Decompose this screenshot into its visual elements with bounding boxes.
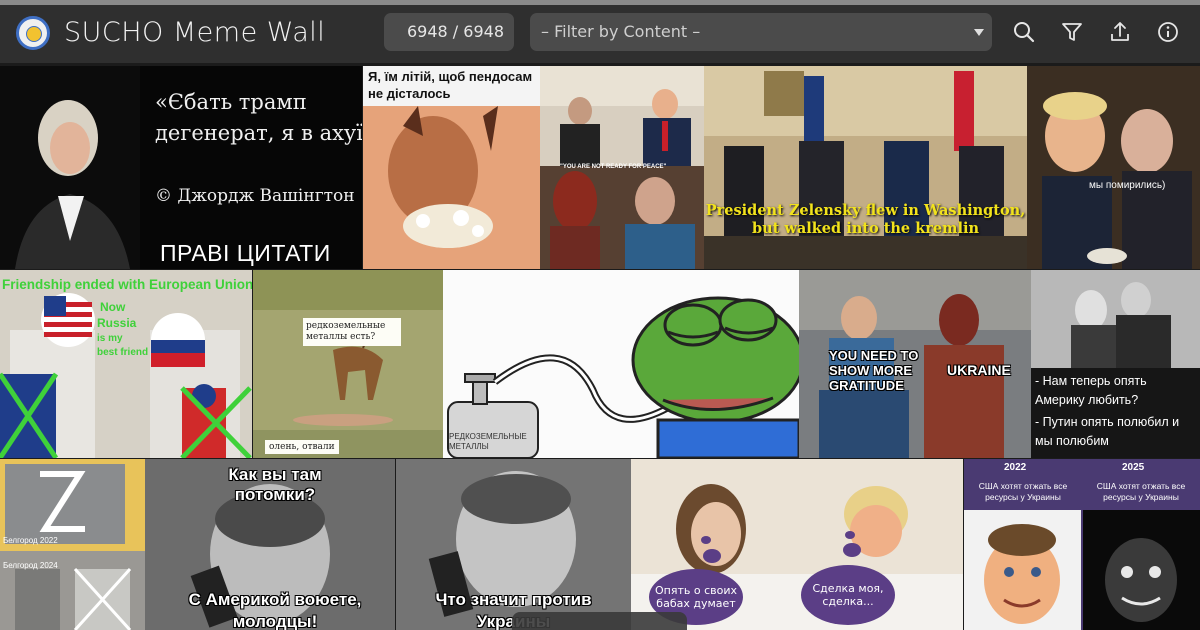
bed-right-bubble-dot-small [845,531,855,539]
meme-tile-caracal-lithium[interactable]: Я, їм літій, щоб пендосам не дісталось [363,66,540,269]
search-icon[interactable] [1011,19,1037,45]
meme-tile-friendship-ended[interactable]: Friendship ended with European Union Now… [0,270,252,458]
deer-painting [253,270,443,458]
meme-tile-white-house-kremlin[interactable]: President Zelensky flew in Washington, b… [704,66,1027,269]
meme-tile-belgorod[interactable]: Белгород 2022 Белгород 2024 [0,459,145,630]
caracal-photo [363,106,540,269]
friendship-line3: Russia [97,316,137,330]
washington-quote-line1: «Єбать трамп [155,90,307,114]
oval-office-meeting-photo [704,66,1027,269]
love-america-line2: - Путин опять полюбил и мы полюбим [1035,415,1180,448]
meme-tile-love-america-again[interactable]: - Нам теперь опять Америку любить? - Пут… [1031,270,1200,458]
gratitude-left-text: YOU NEED TO SHOW MORE GRATITUDE [829,348,919,393]
incredible-text-2022: США хотят отжать все ресурсы у Украины [978,481,1068,502]
meme-tile-washington-quote[interactable]: «Єбать трамп дегенерат, я в ахуї» © Джор… [0,66,362,269]
meme-tile-gagarin-ukraine[interactable]: Что значит против Украины [396,459,631,630]
bed-right-bubble: Сделка моя, сделка... [801,565,895,625]
filter-icon[interactable] [1059,19,1085,45]
pepe-label: РЕДКОЗЕМЕЛЬНЫЕ МЕТАЛЛЫ [449,432,527,451]
not-ready-caption: "YOU ARE NOT READY FOR PEACE" [560,164,667,170]
meme-tile-show-gratitude[interactable]: YOU NEED TO SHOW MORE GRATITUDE UKRAINE [799,270,1031,458]
pepe-drawing [443,270,799,458]
bed-left-bubble-dot [703,549,721,563]
dinner-photo [1027,66,1200,269]
header-bar: SUCHO Meme Wall 6948 / 6948 – Filter by … [0,5,1200,63]
meme-tile-dinner-reconciled[interactable]: мы помирились) [1027,66,1200,269]
meme-tile-incredible-resources[interactable]: 2022 США хотят отжать все ресурсы у Укра… [964,459,1200,630]
incredible-faces [964,510,1200,630]
content-filter-select[interactable]: – Filter by Content – [530,13,992,51]
gagarin1-bottom-text: С Америкой воюете, молодцы! [188,590,362,630]
friendship-line5: best friend [97,347,149,358]
washington-portrait [0,66,140,269]
washington-quote-line2: дегенерат, я в ахуї» [155,121,362,145]
meme-tile-bed-deal[interactable]: Опять о своих бабах думает Сделка моя, с… [631,459,963,630]
washington-attribution: © Джордж Вашінгтон [155,186,355,206]
friendship-line2: Now [100,300,126,314]
deer-question: редкоземельные металлы есть? [303,318,401,346]
deer-answer: олень, отвали [265,440,339,454]
sucho-logo[interactable] [16,16,50,50]
meme-counter: 6948 / 6948 [384,13,514,51]
bed-right-bubble-dot [843,543,861,557]
gratitude-right-text: UKRAINE [947,362,1011,378]
belgorod-top-label: Белгород 2022 [3,536,58,545]
bed-left-bubble-dot-small [701,536,711,544]
info-icon[interactable] [1155,19,1181,45]
friendship-line1: Friendship ended with European Union [2,277,252,292]
app-title: SUCHO Meme Wall [64,17,326,48]
friendship-line4: is my [97,333,123,344]
chevron-down-icon [974,29,984,36]
meme-tile-gagarin-descendants[interactable]: Как вы там потомки? С Америкой воюете, м… [145,459,395,630]
incredible-year-2022: 2022 [1004,462,1027,473]
friendship-photo [0,270,252,458]
dinner-caption: мы помирились) [1089,180,1166,191]
white-house-caption: President Zelensky flew in Washington, b… [705,202,1026,237]
incredible-text-2025: США хотят отжать все ресурсы у Украины [1096,481,1186,502]
meme-tile-pepe-rare-metals[interactable]: РЕДКОЗЕМЕЛЬНЫЕ МЕТАЛЛЫ [443,270,799,458]
meme-tile-not-ready-for-peace[interactable]: "YOU ARE NOT READY FOR PEACE" [540,66,704,269]
washington-banner: ПРАВІ ЦИТАТИ [160,240,331,266]
filter-placeholder: – Filter by Content – [541,22,701,41]
love-america-line1: - Нам теперь опять Америку любить? [1035,374,1147,407]
belgorod-bottom-label: Белгород 2024 [3,561,58,570]
bottom-toolbar-hint [512,612,687,630]
upload-icon[interactable] [1107,19,1133,45]
meme-tile-deer-rare-metals[interactable]: редкоземельные металлы есть? олень, отва… [253,270,443,458]
caracal-caption: Я, їм літій, щоб пендосам не дісталось [368,69,533,101]
incredible-year-2025: 2025 [1122,462,1145,473]
vintage-couple-photo [1031,270,1200,368]
gagarin1-top-text: Как вы там потомки? [228,465,322,504]
